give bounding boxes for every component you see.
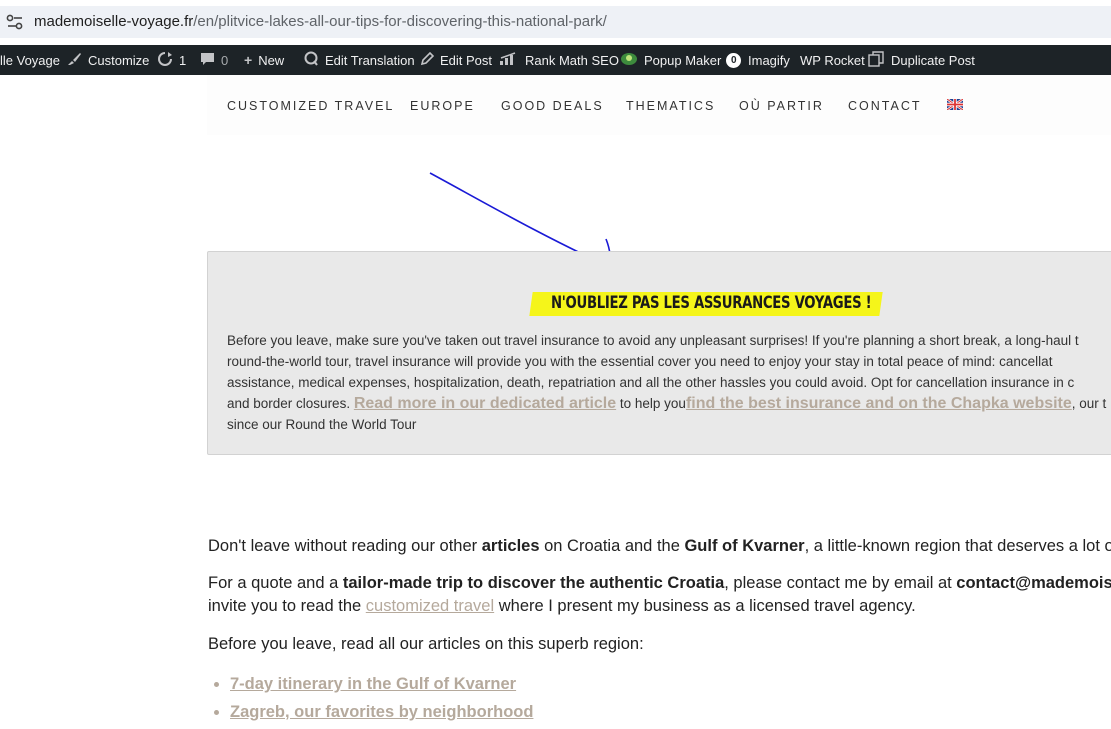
rank-math-label: Rank Math SEO (525, 52, 619, 68)
insurance-line-links: and border closures. Read more in our de… (227, 393, 1111, 414)
popup-maker-label: Popup Maker (644, 52, 722, 68)
nav-customized-travel[interactable]: CUSTOMIZED TRAVEL (227, 99, 394, 113)
customize-label: Customize (88, 52, 150, 68)
admin-customize[interactable]: Customize (66, 45, 149, 75)
brush-icon (66, 52, 82, 69)
read-more-link[interactable]: Read more in our dedicated article (354, 395, 616, 412)
paragraph-before-you-leave: Before you leave, read all our articles … (208, 635, 644, 653)
insurance-text: , our t (1071, 396, 1107, 411)
nav-contact[interactable]: CONTACT (848, 99, 922, 113)
admin-updates[interactable]: 1 (157, 45, 186, 75)
admin-popup-maker[interactable]: Popup Maker 0 (620, 45, 742, 75)
email-text: contact@mademoisel (956, 574, 1111, 592)
comments-count: 0 (221, 52, 229, 68)
comment-icon (200, 52, 215, 69)
admin-edit-post[interactable]: Edit Post (420, 45, 492, 75)
paragraph-quote: For a quote and a tailor-made trip to di… (208, 572, 1111, 595)
region-articles-list: 7-day itinerary in the Gulf of Kvarner Z… (208, 670, 533, 726)
admin-duplicate-post[interactable]: Duplicate Post (868, 45, 975, 75)
text: invite you to read the (208, 597, 366, 615)
plus-icon: + (244, 52, 253, 68)
wp-rocket-label: WP Rocket (800, 52, 865, 68)
nav-europe[interactable]: EUROPE (410, 99, 475, 113)
site-navigation: CUSTOMIZED TRAVEL EUROPE GOOD DEALS THEM… (207, 75, 1111, 135)
insurance-text: to help you (616, 396, 686, 411)
insurance-text: and border closures. (227, 396, 354, 411)
nav-good-deals[interactable]: GOOD DEALS (501, 99, 604, 113)
rank-math-icon (499, 51, 519, 69)
admin-edit-translation[interactable]: Edit Translation (304, 45, 415, 75)
url-path: /en/plitvice-lakes-all-our-tips-for-disc… (193, 13, 607, 30)
updates-icon (157, 51, 173, 69)
text: where I present my business as a license… (494, 597, 916, 615)
paragraph-customized-travel: invite you to read the customized travel… (208, 595, 916, 618)
insurance-callout: N'OUBLIEZ PAS LES ASSURANCES VOYAGES ! B… (207, 251, 1111, 455)
wp-admin-bar: lle Voyage Customize 1 0 + New Edit Trans… (0, 45, 1111, 75)
admin-imagify[interactable]: Imagify (748, 45, 790, 75)
text: , a little-known region that deserves a … (804, 537, 1111, 555)
insurance-paragraph: Before you leave, make sure you've taken… (227, 330, 1111, 435)
edit-post-label: Edit Post (440, 52, 493, 68)
insurance-line: round-the-world tour, travel insurance w… (227, 354, 1053, 369)
url-text[interactable]: mademoiselle-voyage.fr/en/plitvice-lakes… (34, 13, 607, 30)
url-domain: mademoiselle-voyage.fr (34, 13, 194, 30)
insurance-line: Before you leave, make sure you've taken… (227, 333, 1079, 348)
admin-comments[interactable]: 0 (200, 45, 228, 75)
translate-icon (304, 51, 319, 69)
customized-travel-link[interactable]: customized travel (366, 597, 494, 615)
text-bold: articles (481, 537, 540, 555)
insurance-line: since our Round the World Tour (227, 417, 417, 432)
itinerary-kvarner-link[interactable]: 7-day itinerary in the Gulf of Kvarner (230, 675, 516, 693)
new-label: New (258, 52, 285, 68)
pencil-icon (420, 51, 435, 69)
duplicate-icon (868, 50, 885, 70)
admin-wp-rocket[interactable]: WP Rocket (800, 45, 865, 75)
insurance-line: assistance, medical expenses, hospitaliz… (227, 375, 1075, 390)
text-bold: Gulf of Kvarner (684, 537, 805, 555)
insurance-heading: N'OUBLIEZ PAS LES ASSURANCES VOYAGES ! (551, 293, 872, 313)
popup-maker-icon (620, 52, 638, 69)
uk-flag-icon[interactable] (947, 99, 963, 110)
list-item: 7-day itinerary in the Gulf of Kvarner (230, 670, 533, 698)
browser-address-bar: mademoiselle-voyage.fr/en/plitvice-lakes… (0, 0, 1111, 45)
text-bold: tailor-made trip to discover the authent… (342, 574, 725, 592)
popup-maker-badge: 0 (726, 52, 742, 68)
site-name-label: lle Voyage (0, 52, 60, 68)
paragraph-other-articles: Don't leave without reading our other ar… (208, 535, 1111, 558)
admin-new[interactable]: + New (244, 45, 284, 75)
text: , please contact me by email at (724, 574, 957, 592)
text: For a quote and a (208, 574, 343, 592)
updates-count: 1 (179, 52, 187, 68)
site-settings-icon[interactable] (6, 14, 24, 30)
imagify-label: Imagify (748, 52, 790, 68)
duplicate-post-label: Duplicate Post (891, 52, 975, 68)
zagreb-link[interactable]: Zagreb, our favorites by neighborhood (230, 703, 533, 721)
nav-thematics[interactable]: THEMATICS (626, 99, 715, 113)
list-item: Zagreb, our favorites by neighborhood (230, 698, 533, 726)
text: Don't leave without reading our other (208, 537, 482, 555)
text: on Croatia and the (539, 537, 685, 555)
admin-rank-math[interactable]: Rank Math SEO (499, 45, 619, 75)
nav-ou-partir[interactable]: OÙ PARTIR (739, 99, 824, 113)
chapka-link[interactable]: find the best insurance and on the Chapk… (686, 395, 1072, 412)
edit-translation-label: Edit Translation (325, 52, 415, 68)
admin-site-name[interactable]: lle Voyage (0, 45, 60, 75)
